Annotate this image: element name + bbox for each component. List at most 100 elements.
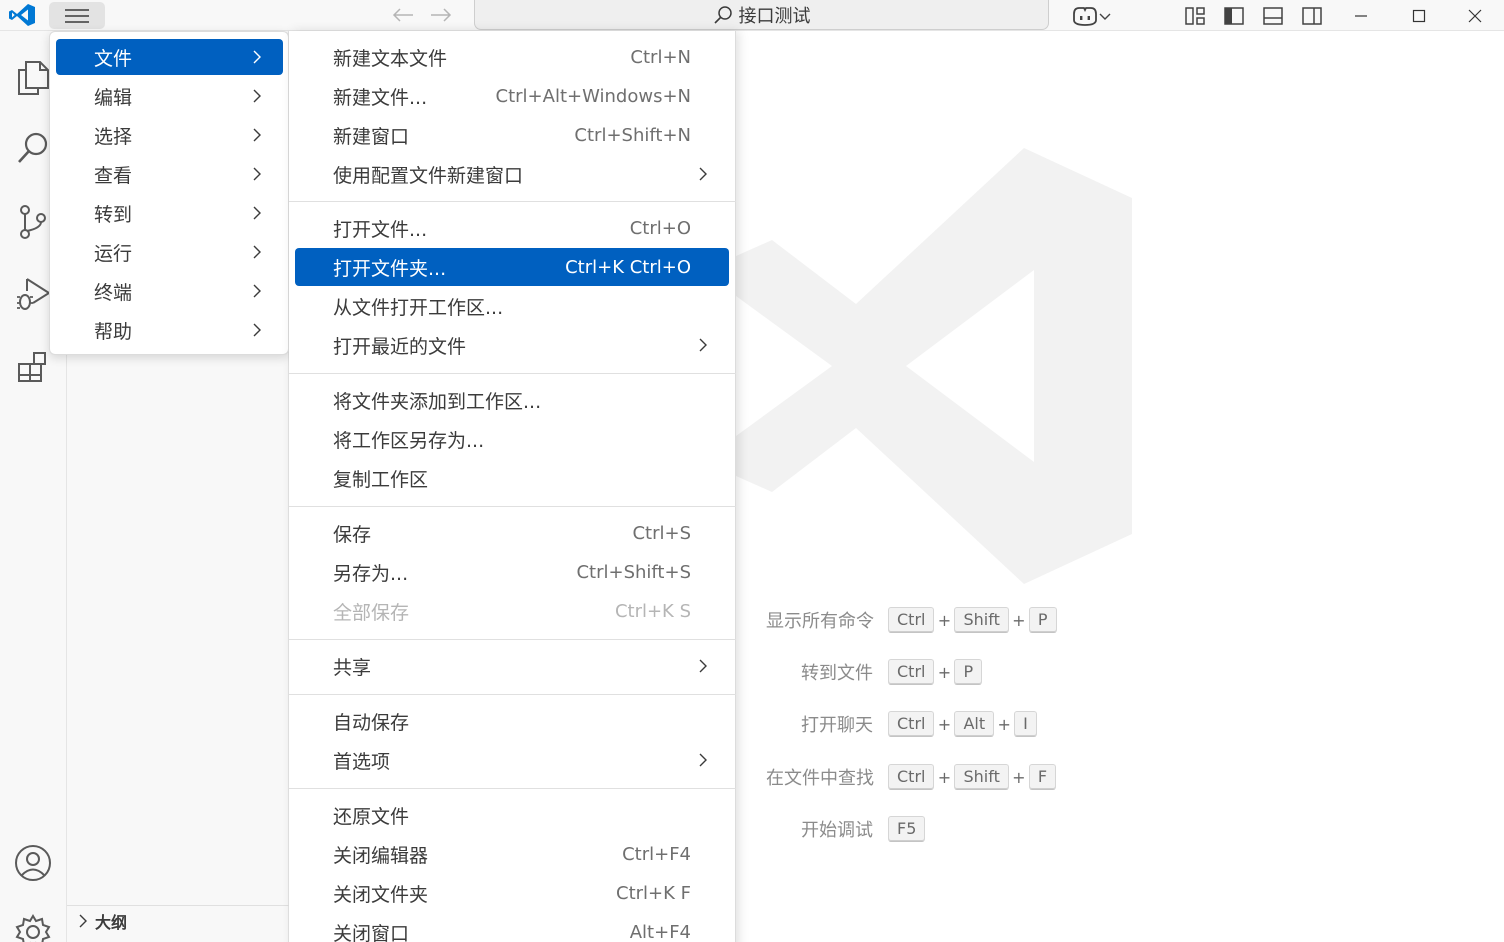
menu-item-label: 选择 (94, 125, 133, 148)
shortcut-row[interactable]: 显示所有命令 Ctrl + Shift + P (766, 605, 1057, 635)
menu-item-label: 复制工作区 (333, 468, 429, 491)
menu-item-add-folder-to-workspace[interactable]: 将文件夹添加到工作区... (295, 381, 729, 419)
menu-item-label: 帮助 (94, 320, 133, 343)
menu-item-duplicate-workspace[interactable]: 复制工作区 (295, 459, 729, 497)
menu-item-label: 共享 (333, 656, 372, 679)
menu-item-open-workspace-from-file[interactable]: 从文件打开工作区... (295, 287, 729, 325)
toggle-primary-sidebar-button[interactable] (1221, 2, 1247, 29)
shortcut-row[interactable]: 开始调试 F5 (766, 814, 926, 844)
key-plus: + (997, 714, 1011, 734)
search-icon (18, 132, 48, 163)
menu-item-close-window[interactable]: 关闭窗口 Alt+F4 (295, 913, 729, 942)
command-center-search[interactable]: 接口测试 (474, 0, 1049, 30)
minimize-icon (1355, 14, 1367, 17)
keybinding: Ctrl+N (630, 46, 691, 68)
key-cap: Shift (954, 764, 1009, 790)
key-plus: + (1012, 767, 1026, 787)
chevron-right-icon (253, 284, 261, 298)
chevron-right-icon (253, 323, 261, 337)
shortcut-row[interactable]: 转到文件 Ctrl + P (766, 657, 983, 687)
menu-item-new-window-with-profile[interactable]: 使用配置文件新建窗口 (295, 155, 729, 193)
menu-item-edit[interactable]: 编辑 (56, 78, 283, 114)
accounts-button[interactable] (10, 840, 56, 886)
minimize-button[interactable] (1332, 0, 1390, 31)
menu-item-share[interactable]: 共享 (295, 647, 729, 685)
files-icon (18, 61, 49, 95)
chevron-right-icon (699, 659, 707, 673)
menu-separator (289, 788, 736, 789)
menu-item-save[interactable]: 保存 Ctrl+S (295, 514, 729, 552)
application-menu-button[interactable] (49, 2, 105, 29)
menu-item-new-window[interactable]: 新建窗口 Ctrl+Shift+N (295, 116, 729, 154)
menu-item-label: 还原文件 (333, 805, 410, 828)
toggle-secondary-sidebar-button[interactable] (1299, 2, 1325, 29)
keybinding: Ctrl+F4 (622, 843, 691, 865)
customize-layout-button[interactable] (1182, 2, 1208, 29)
manage-button[interactable] (10, 909, 56, 942)
menu-item-open-file[interactable]: 打开文件... Ctrl+O (295, 209, 729, 247)
back-button[interactable] (390, 3, 416, 27)
editor-area: 显示所有命令 Ctrl + Shift + P 转到文件 Ctrl + P 打开聊天 Ctrl + Alt… (736, 31, 1504, 942)
menu-item-label: 终端 (94, 281, 133, 304)
shortcut-row[interactable]: 打开聊天 Ctrl + Alt + I (766, 709, 1037, 739)
menu-separator (289, 201, 736, 202)
menu-item-open-recent[interactable]: 打开最近的文件 (295, 326, 729, 364)
menu-item-preferences[interactable]: 首选项 (295, 741, 729, 779)
gear-icon (15, 914, 51, 942)
menu-item-label: 运行 (94, 242, 133, 265)
menu-item-save-as[interactable]: 另存为... Ctrl+Shift+S (295, 553, 729, 591)
menu-item-label: 另存为... (333, 562, 409, 585)
menu-separator (289, 373, 736, 374)
search-text: 接口测试 (738, 5, 811, 27)
chevron-right-icon (253, 89, 261, 103)
shortcut-label: 在文件中查找 (766, 768, 874, 789)
menu-item-save-all: 全部保存 Ctrl+K S (295, 592, 729, 630)
menu-item-auto-save[interactable]: 自动保存 (295, 702, 729, 740)
outline-label: 大纲 (95, 912, 128, 932)
menu-item-label: 查看 (94, 164, 133, 187)
menu-item-close-folder[interactable]: 关闭文件夹 Ctrl+K F (295, 874, 729, 912)
keybinding: Ctrl+Alt+Windows+N (495, 85, 691, 107)
menu-item-label: 文件 (94, 47, 133, 70)
close-button[interactable] (1446, 0, 1504, 31)
menu-item-file[interactable]: 文件 (56, 39, 283, 75)
shortcut-row[interactable]: 在文件中查找 Ctrl + Shift + F (766, 762, 1057, 792)
forward-button[interactable] (428, 3, 454, 27)
menu-item-close-editor[interactable]: 关闭编辑器 Ctrl+F4 (295, 835, 729, 873)
application-menu: 文件编辑选择查看转到运行终端帮助 (49, 31, 289, 355)
menu-item-save-workspace-as[interactable]: 将工作区另存为... (295, 420, 729, 458)
vscode-watermark-icon (736, 146, 1136, 590)
outline-section-header[interactable]: 大纲 (67, 905, 289, 935)
run-debug-icon (17, 278, 51, 310)
keybinding: Ctrl+Shift+N (574, 124, 691, 146)
menu-item-label: 关闭窗口 (333, 922, 410, 942)
menu-item-label: 转到 (94, 203, 133, 226)
key-cap: Alt (954, 711, 995, 737)
menu-item-new-text-file[interactable]: 新建文本文件 Ctrl+N (295, 38, 729, 76)
chevron-right-icon (253, 50, 261, 64)
chevron-right-icon (699, 753, 707, 767)
menu-item-view[interactable]: 查看 (56, 156, 283, 192)
sidebar-left-icon (1224, 6, 1244, 25)
menu-item-selection[interactable]: 选择 (56, 117, 283, 153)
chevron-right-icon (699, 338, 707, 352)
key-cap: I (1014, 711, 1037, 737)
maximize-button[interactable] (1390, 0, 1448, 31)
menu-item-open-folder[interactable]: 打开文件夹... Ctrl+K Ctrl+O (295, 248, 729, 286)
copilot-button[interactable] (1066, 2, 1116, 29)
menu-item-go[interactable]: 转到 (56, 195, 283, 231)
menu-item-help[interactable]: 帮助 (56, 312, 283, 348)
menu-item-label: 全部保存 (333, 601, 410, 624)
menu-item-label: 新建文本文件 (333, 47, 448, 70)
menu-item-terminal[interactable]: 终端 (56, 273, 283, 309)
menu-item-run[interactable]: 运行 (56, 234, 283, 270)
keybinding: Alt+F4 (629, 921, 691, 942)
close-icon (1468, 9, 1482, 22)
menu-item-revert-file[interactable]: 还原文件 (295, 796, 729, 834)
shortcut-label: 显示所有命令 (766, 611, 874, 632)
shortcut-label: 开始调试 (801, 820, 873, 841)
menu-separator (289, 639, 736, 640)
menu-separator (289, 694, 736, 695)
menu-item-new-file[interactable]: 新建文件... Ctrl+Alt+Windows+N (295, 77, 729, 115)
toggle-panel-button[interactable] (1260, 2, 1286, 29)
